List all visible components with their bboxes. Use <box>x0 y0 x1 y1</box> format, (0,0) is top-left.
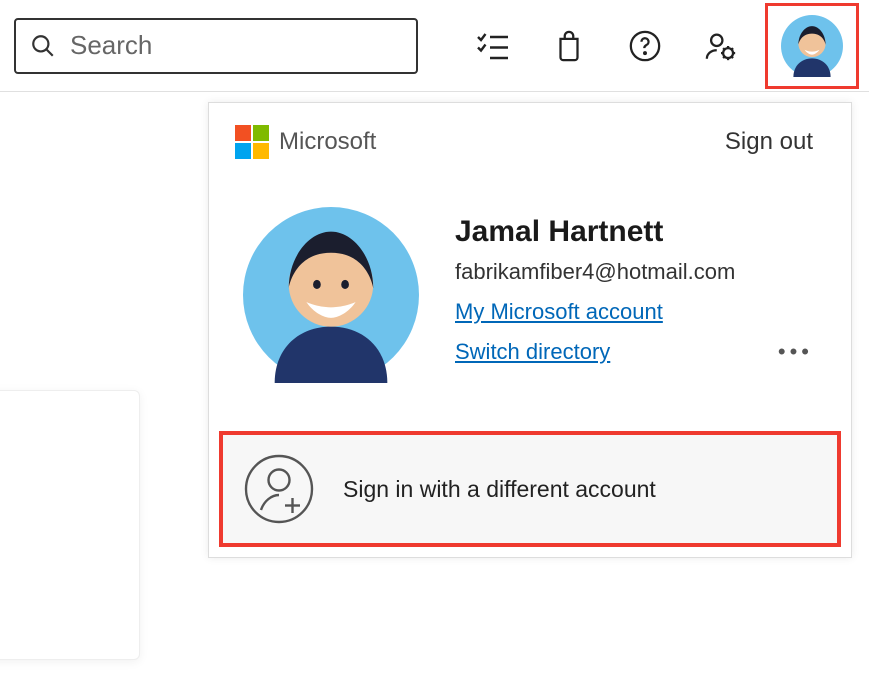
microsoft-brand: Microsoft <box>235 125 376 159</box>
account-popup: Microsoft Sign out Jamal Hartnett fabrik… <box>208 102 852 558</box>
search-box[interactable] <box>14 18 418 74</box>
sign-in-different-account-label: Sign in with a different account <box>343 476 656 503</box>
microsoft-logo-icon <box>235 125 269 159</box>
account-name: Jamal Hartnett <box>455 215 817 249</box>
help-icon[interactable] <box>625 26 665 66</box>
checklist-icon[interactable] <box>473 26 513 66</box>
shopping-bag-icon[interactable] <box>549 26 589 66</box>
brand-label: Microsoft <box>279 128 376 156</box>
sign-in-different-account-button[interactable]: Sign in with a different account <box>219 431 841 547</box>
profile-avatar-button[interactable] <box>765 3 859 89</box>
more-options-icon[interactable]: ••• <box>774 339 817 365</box>
avatar-large-icon <box>243 207 419 383</box>
my-microsoft-account-link[interactable]: My Microsoft account <box>455 299 663 325</box>
search-icon <box>30 26 56 66</box>
switch-directory-link[interactable]: Switch directory <box>455 339 610 365</box>
sign-out-link[interactable]: Sign out <box>725 128 813 156</box>
avatar-icon <box>781 15 843 77</box>
account-email: fabrikamfiber4@hotmail.com <box>455 259 817 285</box>
add-person-icon <box>243 453 315 525</box>
search-input[interactable] <box>70 30 405 61</box>
settings-person-icon[interactable] <box>701 26 741 66</box>
background-card <box>0 390 140 660</box>
